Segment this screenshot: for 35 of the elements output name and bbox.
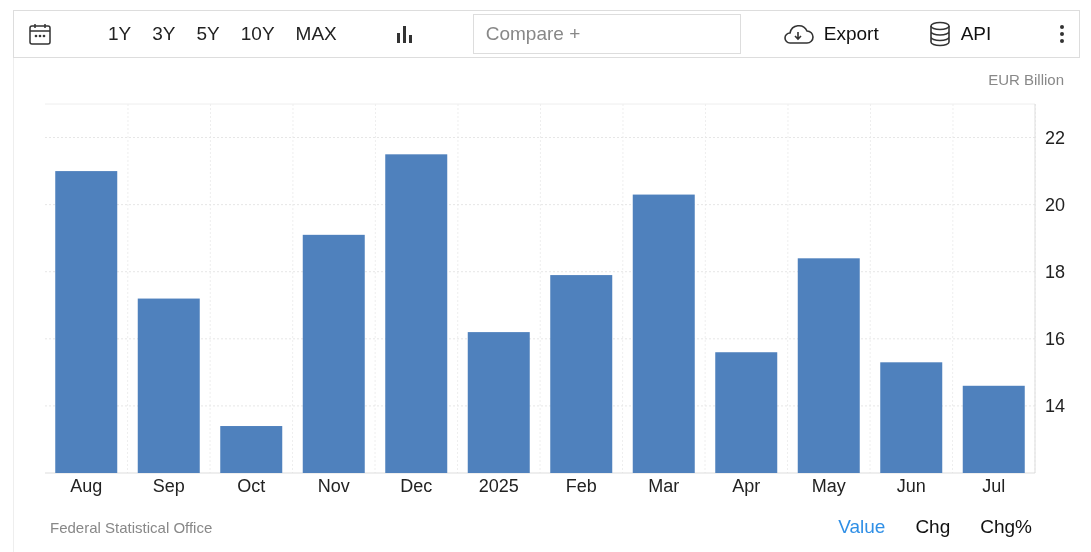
x-axis-label: Apr	[732, 476, 761, 496]
export-button[interactable]: Export	[781, 23, 879, 45]
x-axis-label: Dec	[400, 476, 433, 496]
calendar-icon[interactable]	[28, 22, 52, 46]
y-axis-label: 14	[1045, 395, 1066, 416]
range-button[interactable]: 1Y	[108, 23, 132, 45]
y-axis-label: 16	[1045, 328, 1066, 349]
x-axis-label: Oct	[237, 476, 266, 496]
view-tab[interactable]: Chg%	[980, 516, 1032, 538]
database-icon	[928, 21, 951, 47]
y-axis-label: 20	[1045, 194, 1066, 215]
range-button[interactable]: MAX	[295, 23, 337, 45]
bar-chart-icon[interactable]	[394, 24, 415, 44]
x-axis-label: Sep	[152, 476, 185, 496]
api-button[interactable]: API	[928, 21, 992, 47]
compare-field[interactable]: Compare +	[472, 14, 741, 54]
x-axis-label: Aug	[70, 476, 103, 496]
axis-unit-label: EUR Billion	[988, 71, 1064, 88]
x-axis-label: Feb	[565, 476, 597, 496]
view-tab[interactable]: Chg	[915, 516, 951, 538]
y-axis-label: 18	[1045, 261, 1066, 282]
x-axis-label: Jun	[896, 476, 926, 496]
x-axis-label: 2025	[478, 476, 519, 496]
range-button[interactable]: 3Y	[152, 23, 176, 45]
range-button[interactable]: 10Y	[240, 23, 275, 45]
source-label: Federal Statistical Office	[50, 518, 214, 536]
x-axis-label: Jul	[982, 476, 1006, 496]
y-axis-label: 22	[1045, 127, 1066, 148]
cloud-download-icon	[781, 23, 814, 45]
more-icon[interactable]	[1059, 24, 1065, 44]
x-axis-label: Nov	[317, 476, 350, 496]
x-axis-label: May	[811, 476, 846, 496]
x-axis-label: Mar	[648, 476, 680, 496]
range-button[interactable]: 5Y	[196, 23, 220, 45]
bar	[220, 426, 283, 473]
